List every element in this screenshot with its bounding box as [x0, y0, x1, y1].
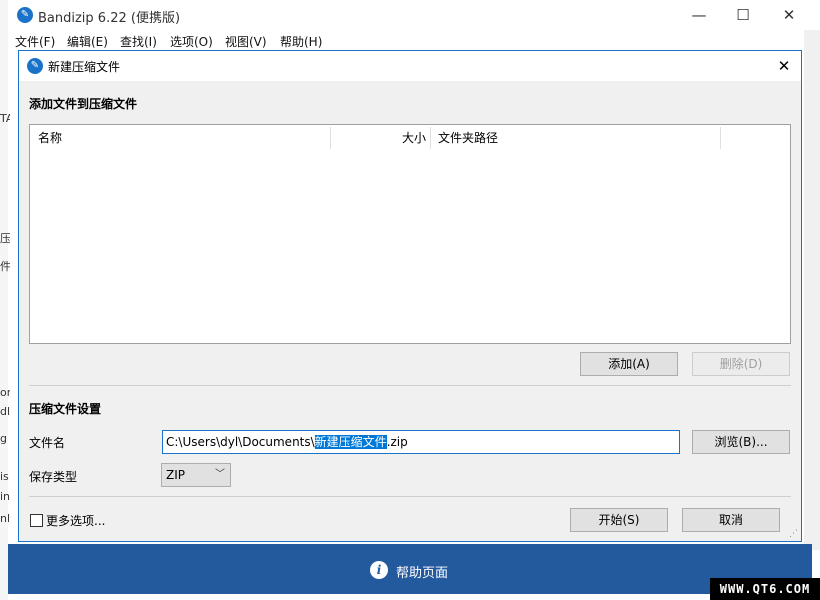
chevron-down-icon: ﹀ — [215, 469, 225, 480]
divider — [29, 496, 791, 497]
menu-find[interactable]: 查找(I) — [120, 33, 157, 50]
column-separator[interactable] — [430, 127, 431, 149]
close-window-button[interactable]: ✕ — [766, 0, 812, 30]
dialog-close-button[interactable]: ✕ — [767, 51, 801, 81]
app-titlebar: ✎ Bandizip 6.22 (便携版) — ☐ ✕ — [8, 0, 820, 30]
left-peek-text: g — [0, 432, 7, 445]
menu-bar: 文件(F) 编辑(E) 查找(I) 选项(O) 视图(V) 帮助(H) — [8, 30, 820, 52]
menu-options[interactable]: 选项(O) — [170, 33, 213, 50]
column-header-name[interactable]: 名称 — [38, 125, 62, 151]
menu-file[interactable]: 文件(F) — [15, 33, 55, 50]
filename-label: 文件名 — [29, 436, 66, 450]
right-background-strip — [804, 30, 820, 550]
column-separator[interactable] — [720, 127, 721, 149]
left-peek-text: nl — [0, 512, 10, 525]
column-header-size[interactable]: 大小 — [330, 125, 426, 151]
info-icon: i — [370, 561, 388, 579]
save-type-value: ZIP — [166, 468, 185, 482]
menu-edit[interactable]: 编辑(E) — [67, 33, 108, 50]
filename-selected-text: 新建压缩文件 — [314, 435, 387, 449]
filename-suffix: .zip — [386, 435, 408, 449]
more-options-label[interactable]: 更多选项... — [46, 512, 105, 529]
left-peek-text: in — [0, 490, 10, 503]
save-type-label: 保存类型 — [29, 470, 78, 484]
left-peek-text: or — [0, 386, 10, 399]
new-archive-dialog: ✎ 新建压缩文件 ✕ 添加文件到压缩文件 名称 大小 文件夹路径 添加(A) 删… — [18, 50, 802, 542]
cancel-button[interactable]: 取消 — [682, 508, 780, 532]
add-button[interactable]: 添加(A) — [580, 352, 678, 376]
left-peek-text: is — [0, 470, 9, 483]
menu-help[interactable]: 帮助(H) — [280, 33, 322, 50]
help-page-label[interactable]: 帮助页面 — [396, 562, 448, 581]
menu-view[interactable]: 视图(V) — [225, 33, 267, 50]
add-files-section-title: 添加文件到压缩文件 — [29, 97, 138, 111]
column-header-path[interactable]: 文件夹路径 — [438, 125, 498, 151]
dialog-titlebar: ✎ 新建压缩文件 ✕ — [19, 51, 801, 81]
left-peek-text: 件 — [0, 260, 10, 273]
start-button[interactable]: 开始(S) — [570, 508, 668, 532]
archive-settings-section-title: 压缩文件设置 — [29, 402, 102, 416]
delete-button[interactable]: 删除(D) — [692, 352, 790, 376]
left-peek-text: 压 — [0, 232, 10, 245]
more-options-checkbox[interactable] — [30, 514, 43, 527]
left-peek-text: TA — [0, 112, 10, 125]
left-peek-text: dl — [0, 405, 10, 418]
minimize-button[interactable]: — — [676, 0, 722, 30]
app-title: Bandizip 6.22 (便携版) — [38, 11, 181, 26]
left-background-strip — [0, 0, 8, 600]
file-list[interactable]: 名称 大小 文件夹路径 — [29, 124, 791, 344]
dialog-title: 新建压缩文件 — [48, 60, 121, 74]
bandizip-logo-icon: ✎ — [17, 7, 33, 23]
divider — [29, 385, 791, 386]
site-watermark: WWW.QT6.COM — [710, 578, 820, 600]
help-bar[interactable]: i 帮助页面 — [8, 544, 812, 594]
browse-button[interactable]: 浏览(B)... — [692, 430, 790, 454]
filename-prefix: C:\Users\dyl\Documents\ — [166, 435, 315, 449]
save-type-select[interactable]: ZIP ﹀ — [161, 463, 231, 487]
filename-input[interactable]: C:\Users\dyl\Documents\新建压缩文件.zip — [162, 430, 680, 454]
bandizip-logo-icon: ✎ — [27, 58, 43, 74]
maximize-button[interactable]: ☐ — [720, 0, 766, 30]
resize-grip-icon[interactable]: ⋰ — [789, 529, 798, 539]
